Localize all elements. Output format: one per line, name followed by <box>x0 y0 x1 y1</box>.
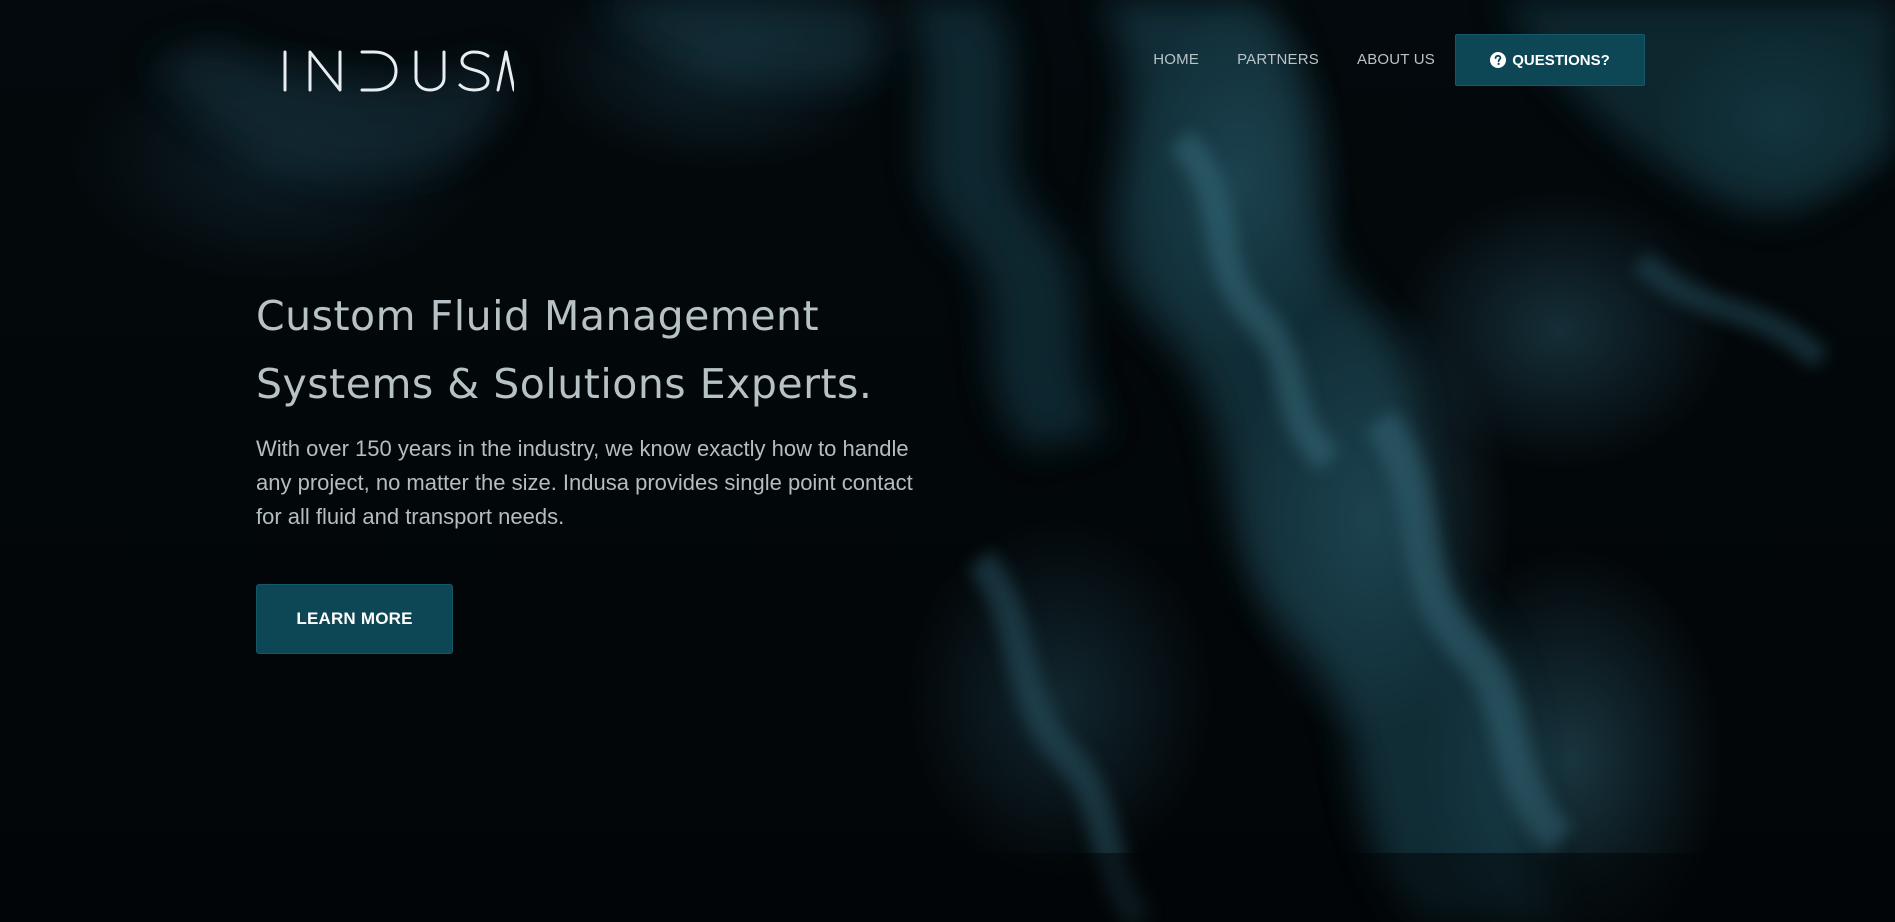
main-nav: HOME PARTNERS ABOUT US QUESTIONS? <box>1134 34 1645 86</box>
hero-section: HOME PARTNERS ABOUT US QUESTIONS? Custom… <box>0 0 1895 922</box>
indusa-logo-mark <box>283 50 514 92</box>
hero-headline-line-1: Custom Fluid Management <box>256 292 820 340</box>
nav-about-us-link[interactable]: ABOUT US <box>1338 34 1454 86</box>
hero-headline-line-2: Systems & Solutions Experts. <box>256 360 873 408</box>
hero-description: With over 150 years in the industry, we … <box>256 432 946 534</box>
questions-button-label: QUESTIONS? <box>1512 51 1610 69</box>
nav-partners-link[interactable]: PARTNERS <box>1218 34 1338 86</box>
questions-button[interactable]: QUESTIONS? <box>1455 34 1645 86</box>
hero-description-line-1: With over 150 years in the industry, we … <box>256 436 909 461</box>
nav-home-link[interactable]: HOME <box>1134 34 1218 86</box>
hero-description-line-3: for all fluid and transport needs. <box>256 504 565 529</box>
indusa-logo[interactable] <box>282 46 514 96</box>
bottom-content-panel <box>38 853 1862 922</box>
question-circle-icon <box>1490 52 1507 68</box>
hero-headline: Custom Fluid Management Systems & Soluti… <box>256 282 976 418</box>
hero-description-line-2: any project, no matter the size. Indusa … <box>256 470 913 495</box>
learn-more-button[interactable]: LEARN MORE <box>256 584 453 654</box>
